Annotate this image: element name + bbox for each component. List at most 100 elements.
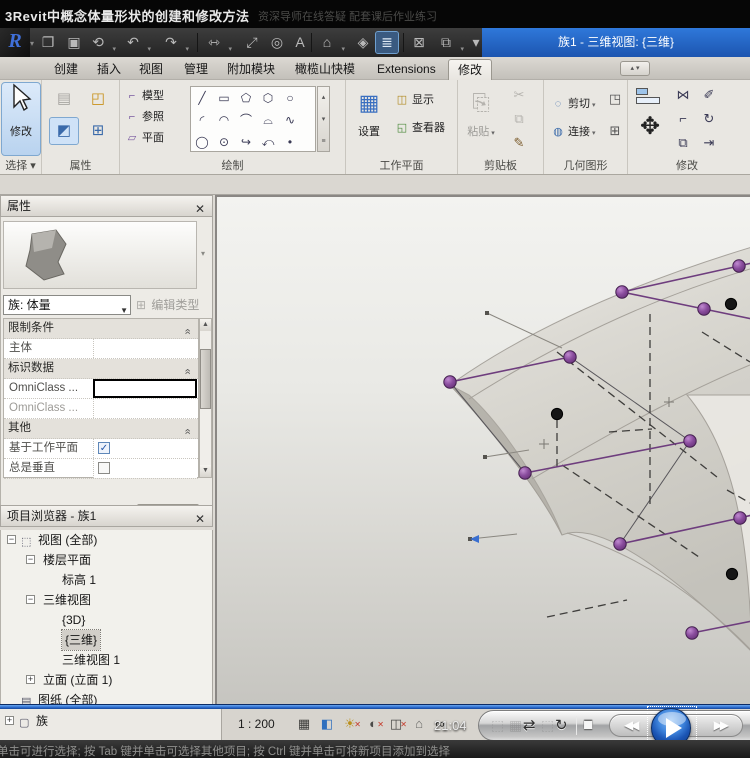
- prop-section-标识数据[interactable]: 标识数据«: [4, 359, 198, 379]
- prop-section-其他[interactable]: 其他«: [4, 419, 198, 439]
- tree-expander-icon[interactable]: +: [26, 675, 35, 684]
- set-workplane-button[interactable]: ▦ 设置: [350, 83, 388, 155]
- draw-mode-模型[interactable]: ⌐模型: [124, 88, 164, 104]
- properties-panel-label[interactable]: 属性: [42, 157, 119, 173]
- draw-tool-5-icon[interactable]: ○: [279, 87, 301, 109]
- move-icon[interactable]: ✥: [638, 118, 662, 142]
- tree-item-{3D}[interactable]: {3D}: [1, 610, 212, 630]
- scroll-down-icon[interactable]: ▼: [200, 465, 211, 477]
- save-icon[interactable]: ▣: [63, 32, 85, 53]
- open-icon[interactable]: ❐: [37, 32, 59, 53]
- prop-row-主体[interactable]: 主体: [4, 339, 198, 359]
- edit-type-button[interactable]: ⊞ 编辑类型: [136, 295, 212, 315]
- shuffle-button[interactable]: ⇄: [523, 716, 536, 734]
- text-icon[interactable]: A: [289, 32, 311, 53]
- draw-tool-15-icon[interactable]: •: [279, 131, 301, 153]
- draw-panel-label[interactable]: 绘制: [120, 157, 345, 173]
- stop-button[interactable]: ■: [583, 715, 593, 735]
- family-types-icon[interactable]: ◰: [84, 86, 112, 112]
- tree-expander-icon[interactable]: +: [5, 716, 14, 725]
- draw-tool-7-icon[interactable]: ◠: [213, 109, 235, 131]
- cut-geometry-button[interactable]: ◌剪切▾: [550, 96, 596, 112]
- family-category-icon[interactable]: ▤: [50, 86, 78, 112]
- gallery-scroll-1[interactable]: ▴: [318, 87, 329, 109]
- prop-value[interactable]: [93, 459, 197, 478]
- draw-tool-4-icon[interactable]: ⬡: [257, 87, 279, 109]
- type-properties-icon[interactable]: ⊞: [84, 118, 112, 144]
- draw-tool-2-icon[interactable]: ▭: [213, 87, 235, 109]
- section-collapse-icon[interactable]: «: [177, 328, 196, 334]
- view-scale[interactable]: 1 : 200: [238, 717, 275, 731]
- checkbox-基于工作平面[interactable]: ✓: [98, 442, 110, 454]
- paste-button[interactable]: ⎘ 粘贴▾: [462, 83, 500, 155]
- modify-tool-4-icon[interactable]: ↻: [700, 110, 718, 128]
- unlocked-view-icon[interactable]: ⌂: [409, 715, 429, 733]
- draw-mode-参照[interactable]: ⌐参照: [124, 109, 164, 125]
- cut-icon[interactable]: ✂: [510, 86, 528, 104]
- tab-视图[interactable]: 视图: [130, 59, 172, 80]
- draw-tool-10-icon[interactable]: ∿: [279, 109, 301, 131]
- scroll-up-icon[interactable]: ▲: [200, 319, 211, 331]
- match-properties-icon[interactable]: ✎: [510, 134, 528, 152]
- modify-tool-2-icon[interactable]: ✐: [700, 86, 718, 104]
- modify-tool-button[interactable]: 修改: [2, 83, 40, 155]
- tab-附加模块[interactable]: 附加模块: [218, 59, 284, 80]
- tab-橄榄山快模[interactable]: 橄榄山快模: [286, 59, 364, 80]
- drawing-area[interactable]: [215, 195, 750, 706]
- sync-icon[interactable]: ⟲▾: [87, 32, 109, 53]
- properties-palette-header[interactable]: 属性 ✕: [0, 195, 213, 217]
- draw-tool-3-icon[interactable]: ⬠: [235, 87, 257, 109]
- shadows-icon[interactable]: ◐✕: [363, 715, 383, 733]
- modify-panel-label[interactable]: 修改: [628, 157, 746, 173]
- gallery-scroll-3[interactable]: ≡: [318, 131, 329, 153]
- tree-item-立面 (立面 1)[interactable]: +立面 (立面 1): [1, 670, 212, 690]
- modify-tool-3-icon[interactable]: ⌐: [674, 110, 692, 128]
- properties-palette-icon[interactable]: ◩: [50, 118, 78, 144]
- select-panel-label[interactable]: 选择 ▾: [0, 157, 41, 173]
- tree-item-三维视图[interactable]: −三维视图: [1, 590, 212, 610]
- tree-expander-icon[interactable]: −: [7, 535, 16, 544]
- draw-tool-6-icon[interactable]: ◜: [191, 109, 213, 131]
- modify-tool-1-icon[interactable]: ⋈: [674, 86, 692, 104]
- prop-section-限制条件[interactable]: 限制条件«: [4, 319, 198, 339]
- tab-插入[interactable]: 插入: [88, 59, 130, 80]
- draw-tool-14-icon[interactable]: ⤺: [257, 131, 279, 153]
- prop-row-OmniClass ...[interactable]: OmniClass ...: [4, 379, 198, 399]
- rendering-icon[interactable]: ◫✕: [386, 715, 406, 733]
- ribbon-state-toggle[interactable]: ▴ ▾: [620, 61, 650, 76]
- tab-管理[interactable]: 管理: [175, 59, 217, 80]
- prop-row-OmniClass ...[interactable]: OmniClass ...: [4, 399, 198, 419]
- prop-value[interactable]: [93, 379, 197, 398]
- undo-icon[interactable]: ↶▾: [122, 32, 144, 53]
- redo-icon[interactable]: ↷▾: [160, 32, 182, 53]
- prop-value[interactable]: ✓: [93, 439, 197, 458]
- tab-创建[interactable]: 创建: [45, 59, 87, 80]
- section-icon[interactable]: ◈: [352, 32, 374, 53]
- close-properties-icon[interactable]: ✕: [193, 199, 207, 219]
- align-icon[interactable]: [636, 88, 660, 106]
- thin-lines-icon[interactable]: ≣: [376, 32, 398, 53]
- workplane-panel-label[interactable]: 工作平面: [346, 157, 457, 173]
- draw-tool-9-icon[interactable]: ⌓: [257, 109, 279, 131]
- app-menu-arrow-icon[interactable]: ▾: [30, 39, 34, 48]
- join-geometry-button[interactable]: ◍连接▾: [550, 124, 596, 140]
- draw-tool-13-icon[interactable]: ↪: [235, 131, 257, 153]
- type-selector-dropdown[interactable]: 族: 体量 ▼: [3, 295, 131, 315]
- tree-item-标高 1[interactable]: 标高 1: [1, 570, 212, 590]
- tree-expander-icon[interactable]: −: [26, 595, 35, 604]
- draw-mode-平面[interactable]: ▱平面: [124, 130, 164, 146]
- modify-tool-5-icon[interactable]: ⧉: [674, 134, 692, 152]
- preview-expander-icon[interactable]: ▾: [201, 249, 205, 258]
- tab-Extensions[interactable]: Extensions: [368, 59, 445, 80]
- revit-app-button[interactable]: R: [0, 28, 30, 57]
- section-collapse-icon[interactable]: «: [177, 368, 196, 374]
- clipboard-panel-label[interactable]: 剪贴板: [458, 157, 543, 173]
- draw-tool-12-icon[interactable]: ⊙: [213, 131, 235, 153]
- show-workplane-button[interactable]: ◫显示: [394, 92, 434, 108]
- repeat-button[interactable]: ↻: [555, 716, 568, 734]
- scrollbar-thumb[interactable]: [200, 349, 211, 409]
- tree-item-视图 (全部)[interactable]: −⬚视图 (全部): [1, 530, 212, 550]
- draw-tool-11-icon[interactable]: ◯: [191, 131, 213, 153]
- sun-path-icon[interactable]: ☀✕: [340, 715, 360, 733]
- copy-icon[interactable]: ⧉: [510, 110, 528, 128]
